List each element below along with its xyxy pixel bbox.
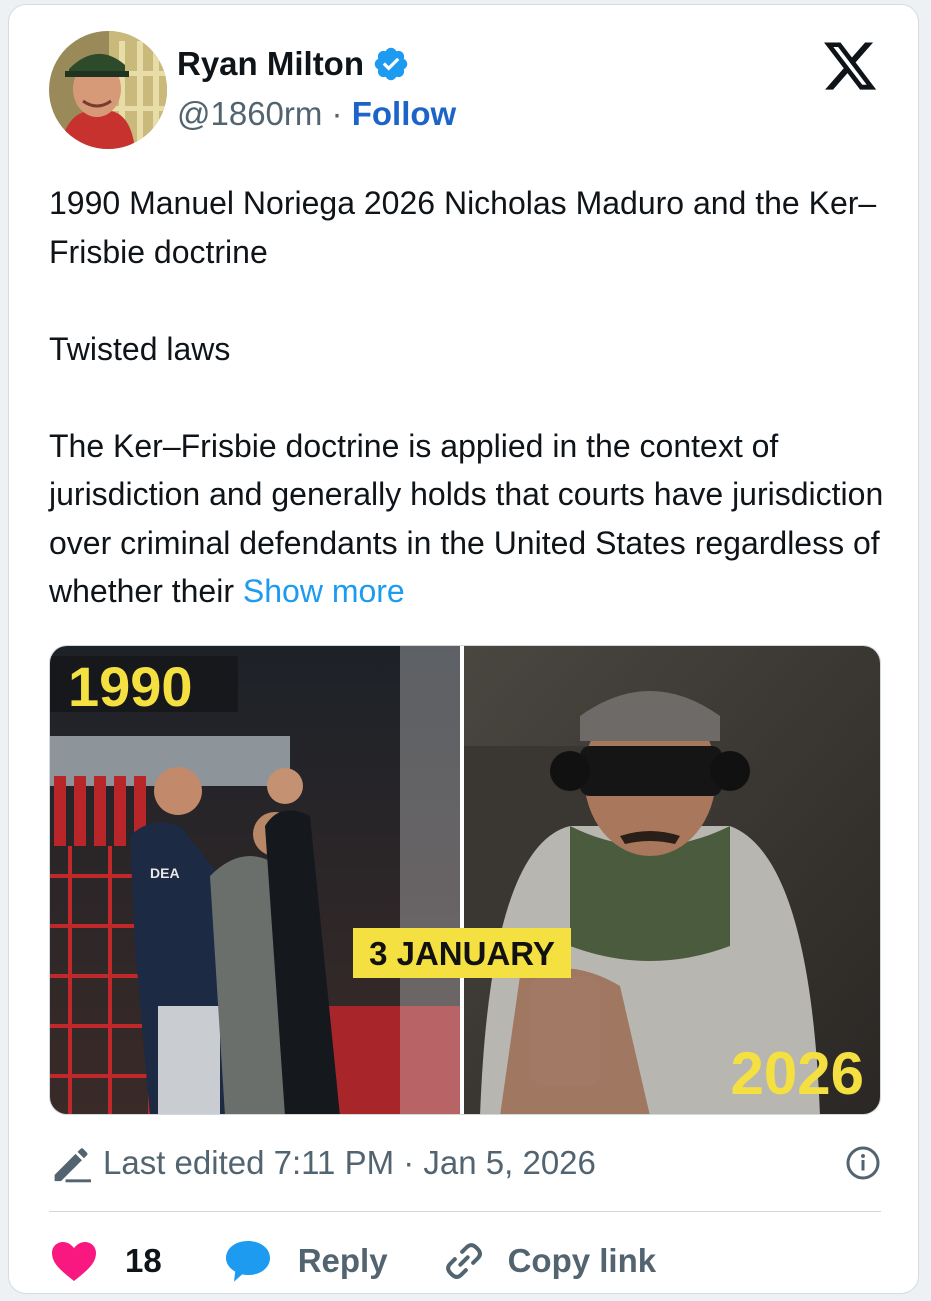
last-edited-text[interactable]: Last edited 7:11 PM · Jan 5, 2026 — [103, 1144, 596, 1182]
x-logo-icon[interactable] — [821, 37, 879, 95]
tweet-card: Ryan Milton @1860rm · Follow 1990 Manuel… — [8, 4, 919, 1294]
divider — [49, 1211, 881, 1212]
like-count: 18 — [125, 1242, 162, 1279]
follow-button[interactable]: Follow — [352, 95, 456, 132]
vest-text: DEA — [150, 865, 180, 881]
media-photo-collage: DEA 1990 3 JANUARY 2026 — [50, 646, 880, 1114]
edit-info-row: Last edited 7:11 PM · Jan 5, 2026 — [49, 1139, 881, 1187]
author-name[interactable]: Ryan Milton — [177, 45, 364, 83]
action-bar: 18 Reply Copy link — [49, 1231, 656, 1291]
label-3-january: 3 JANUARY — [369, 935, 555, 972]
like-button[interactable]: 18 — [49, 1239, 162, 1283]
author-handle-row: @1860rm · Follow — [177, 95, 456, 133]
tweet-media-image[interactable]: DEA 1990 3 JANUARY 2026 — [49, 645, 881, 1115]
avatar-image — [49, 31, 167, 149]
verified-badge-icon — [374, 47, 408, 81]
avatar[interactable] — [49, 31, 167, 149]
tweet-text: 1990 Manuel Noriega 2026 Nicholas Maduro… — [49, 179, 889, 616]
pencil-icon — [54, 1148, 91, 1183]
link-icon — [445, 1243, 482, 1279]
tweet-paragraph-3-text: The Ker–Frisbie doctrine is applied in t… — [49, 427, 884, 610]
info-icon[interactable] — [845, 1145, 881, 1181]
show-more-link[interactable]: Show more — [243, 573, 405, 609]
copy-link-button[interactable]: Copy link — [442, 1239, 657, 1283]
tweet-paragraph-1: 1990 Manuel Noriega 2026 Nicholas Maduro… — [49, 185, 877, 270]
copy-link-label: Copy link — [507, 1242, 657, 1279]
author-handle[interactable]: @1860rm — [177, 95, 322, 132]
heart-icon — [52, 1242, 96, 1281]
handle-separator: · — [322, 95, 352, 132]
label-1990: 1990 — [68, 655, 193, 718]
label-2026: 2026 — [731, 1040, 864, 1107]
reply-button[interactable]: Reply — [224, 1238, 388, 1284]
tweet-paragraph-2: Twisted laws — [49, 330, 231, 367]
speech-bubble-icon — [225, 1241, 270, 1282]
reply-label: Reply — [297, 1242, 388, 1279]
tweet-paragraph-3: The Ker–Frisbie doctrine is applied in t… — [49, 422, 889, 616]
author-name-row[interactable]: Ryan Milton — [177, 45, 410, 83]
